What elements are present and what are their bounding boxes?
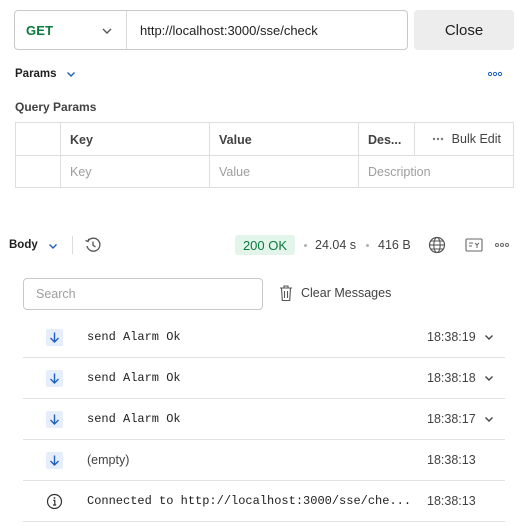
query-params-table: Key Value Des... Bulk Edit Key Value Des…: [15, 122, 514, 188]
params-tab[interactable]: Params: [15, 66, 505, 82]
chevron-down-icon[interactable]: [483, 413, 495, 425]
history-icon[interactable]: [84, 236, 102, 254]
message-time: 18:38:19: [427, 330, 476, 344]
status-badge: 200 OK: [235, 235, 295, 255]
clear-messages-label: Clear Messages: [301, 286, 392, 300]
message-text: send Alarm Ok: [87, 330, 181, 344]
arrow-down-icon: [46, 329, 63, 346]
message-text: (empty): [87, 453, 130, 467]
description-column-header: Des...: [359, 123, 415, 156]
globe-icon[interactable]: [428, 236, 446, 254]
close-button[interactable]: Close: [414, 10, 514, 50]
checkbox-column-header: [16, 123, 61, 156]
chevron-down-icon: [102, 28, 112, 34]
params-tab-label: Params: [15, 68, 57, 80]
method-select[interactable]: GET: [15, 11, 127, 49]
value-column-header: Value: [210, 123, 359, 156]
more-horizontal-icon: [432, 137, 443, 141]
query-params-title: Query Params: [15, 100, 97, 114]
chevron-down-icon[interactable]: [483, 331, 495, 343]
key-column-header: Key: [61, 123, 210, 156]
method-label: GET: [26, 22, 54, 38]
chevron-down-icon[interactable]: [483, 372, 495, 384]
more-horizontal-icon[interactable]: [487, 66, 503, 82]
body-tab-label[interactable]: Body: [9, 239, 38, 251]
divider: [72, 236, 73, 254]
bulk-edit-label: Bulk Edit: [451, 132, 501, 146]
trash-icon: [280, 285, 292, 302]
clear-messages-button[interactable]: Clear Messages: [279, 284, 391, 302]
list-item[interactable]: (empty) 18:38:13: [23, 440, 505, 481]
bulk-edit-button[interactable]: Bulk Edit: [432, 132, 501, 146]
messages-list: send Alarm Ok 18:38:19 send Alarm Ok 18:…: [23, 317, 505, 522]
description-input[interactable]: Description: [359, 156, 513, 188]
message-text: send Alarm Ok: [87, 412, 181, 426]
response-toolbar: Body 200 OK 24.04 s 416 B: [0, 230, 527, 260]
list-item[interactable]: send Alarm Ok 18:38:18: [23, 358, 505, 399]
chevron-down-icon[interactable]: [47, 240, 59, 252]
message-time: 18:38:13: [427, 494, 476, 508]
request-url-bar: GET http://localhost:3000/sse/check: [14, 10, 408, 50]
search-input[interactable]: [23, 278, 263, 310]
message-text: Connected to http://localhost:3000/sse/c…: [87, 494, 412, 508]
message-time: 18:38:13: [427, 453, 476, 467]
separator-dot: [366, 244, 369, 247]
value-input[interactable]: Value: [210, 156, 359, 188]
url-input[interactable]: http://localhost:3000/sse/check: [127, 23, 318, 38]
chevron-down-icon: [66, 72, 75, 77]
message-time: 18:38:17: [427, 412, 476, 426]
table-header-row: Key Value Des... Bulk Edit: [16, 123, 513, 156]
list-item[interactable]: send Alarm Ok 18:38:17: [23, 399, 505, 440]
info-icon: [46, 493, 63, 510]
arrow-down-icon: [46, 452, 63, 469]
key-input[interactable]: Key: [61, 156, 210, 188]
arrow-down-icon: [46, 411, 63, 428]
list-item[interactable]: Connected to http://localhost:3000/sse/c…: [23, 481, 505, 522]
list-item[interactable]: send Alarm Ok 18:38:19: [23, 317, 505, 358]
row-checkbox-cell: [16, 156, 61, 188]
save-response-icon[interactable]: [465, 238, 483, 252]
response-time: 24.04 s: [315, 238, 357, 252]
separator-dot: [304, 244, 307, 247]
arrow-down-icon: [46, 370, 63, 387]
message-time: 18:38:18: [427, 371, 476, 385]
message-text: send Alarm Ok: [87, 371, 181, 385]
response-size: 416 B: [378, 238, 411, 252]
more-horizontal-icon[interactable]: [494, 237, 510, 253]
table-row: Key Value Description: [16, 156, 513, 188]
